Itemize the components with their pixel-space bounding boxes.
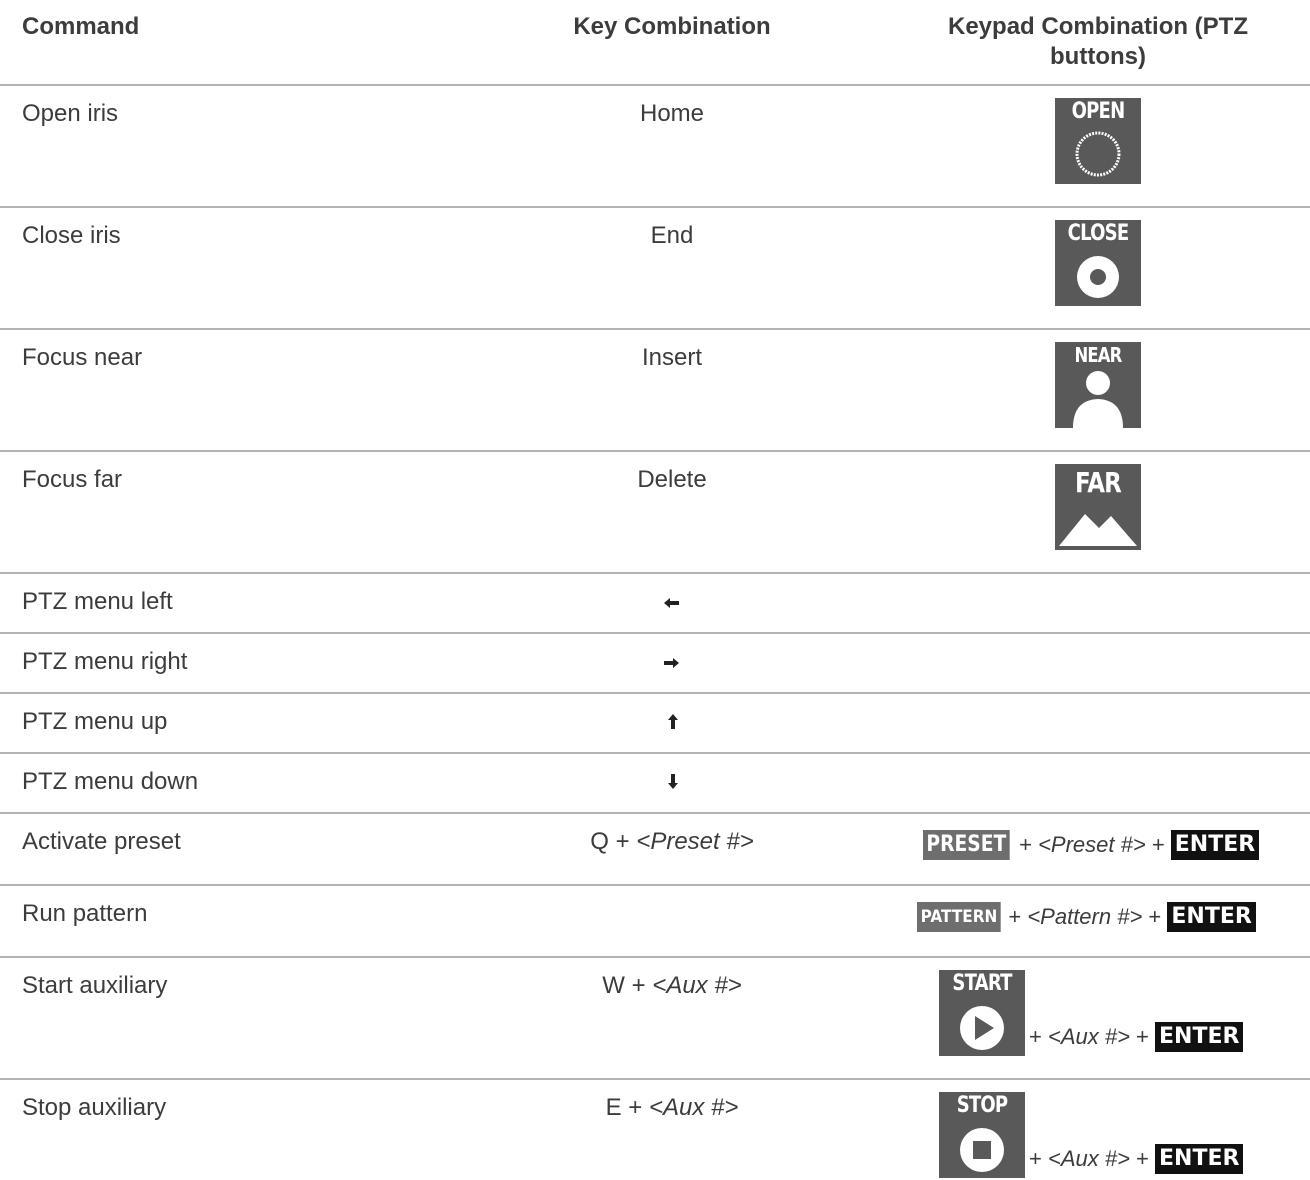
table-header-row: Command Key Combination Keypad Combinati… <box>0 0 1310 86</box>
key-cell: Insert <box>641 344 703 371</box>
key-cell: Delete <box>637 466 707 493</box>
key-cell: Home <box>639 100 705 127</box>
command-cell: Close iris <box>22 222 121 249</box>
command-cell: Run pattern <box>22 900 148 927</box>
key-cell: End <box>650 222 694 249</box>
table-row: PTZ menu right <box>0 634 1310 694</box>
close-iris-icon: CLOSE <box>1055 220 1141 306</box>
command-cell: Focus far <box>22 466 123 493</box>
command-cell: Stop auxiliary <box>22 1094 167 1121</box>
key-cell: Q + <Preset #> <box>590 828 754 855</box>
enter-button-icon: ENTER <box>1155 1022 1244 1052</box>
table-row: PTZ menu up <box>0 694 1310 754</box>
arrow-down-icon <box>667 774 679 793</box>
stop-auxiliary-icon: STOP <box>939 1092 1025 1178</box>
command-cell: PTZ menu left <box>22 588 173 615</box>
table-row: Stop auxiliary E + <Aux #> STOP + <Aux #… <box>0 1080 1310 1180</box>
command-cell: PTZ menu up <box>22 708 168 735</box>
enter-button-icon: ENTER <box>1170 830 1260 860</box>
header-command: Command <box>22 13 140 40</box>
command-cell: PTZ menu down <box>22 768 199 795</box>
keypad-combination: PATTERN + <Pattern #> + ENTER <box>917 902 1256 932</box>
header-keypad-combination: Keypad Combination (PTZ buttons) <box>948 13 1248 70</box>
open-iris-icon: OPEN <box>1055 98 1141 184</box>
pattern-button-icon: PATTERN <box>917 902 1001 932</box>
table-row: PTZ menu down <box>0 754 1310 814</box>
table-row: Open iris Home OPEN <box>0 86 1310 208</box>
command-cell: Activate preset <box>22 828 181 855</box>
table-row: Run pattern PATTERN + <Pattern #> + ENTE… <box>0 886 1310 958</box>
key-cell: W + <Aux #> <box>602 972 742 999</box>
start-auxiliary-icon: START <box>939 970 1025 1056</box>
arrow-left-icon <box>664 596 680 612</box>
arrow-up-icon <box>667 714 679 733</box>
table-row: Focus near Insert NEAR <box>0 330 1310 452</box>
keypad-combination: PRESET + <Preset #> + ENTER <box>923 830 1260 860</box>
enter-button-icon: ENTER <box>1167 902 1256 932</box>
table-row: Close iris End CLOSE <box>0 208 1310 330</box>
keypad-combination: + <Aux #> + ENTER <box>1029 1022 1244 1052</box>
focus-near-icon: NEAR <box>1055 342 1141 428</box>
focus-far-icon: FAR <box>1055 464 1141 550</box>
command-cell: Start auxiliary <box>22 972 168 999</box>
keypad-combination: + <Aux #> + ENTER <box>1029 1144 1244 1174</box>
command-cell: Open iris <box>22 100 119 127</box>
key-cell: E + <Aux #> <box>605 1094 739 1121</box>
command-cell: Focus near <box>22 344 143 371</box>
header-key-combination: Key Combination <box>573 13 771 40</box>
table-row: PTZ menu left <box>0 574 1310 634</box>
arrow-right-icon <box>664 656 680 672</box>
command-cell: PTZ menu right <box>22 648 188 675</box>
enter-button-icon: ENTER <box>1155 1144 1244 1174</box>
ptz-shortcuts-table: Command Key Combination Keypad Combinati… <box>0 0 1310 1180</box>
preset-button-icon: PRESET <box>923 830 1010 860</box>
table-row: Activate preset Q + <Preset #> PRESET + … <box>0 814 1310 886</box>
table-row: Start auxiliary W + <Aux #> START + <Aux… <box>0 958 1310 1080</box>
table-row: Focus far Delete FAR <box>0 452 1310 574</box>
